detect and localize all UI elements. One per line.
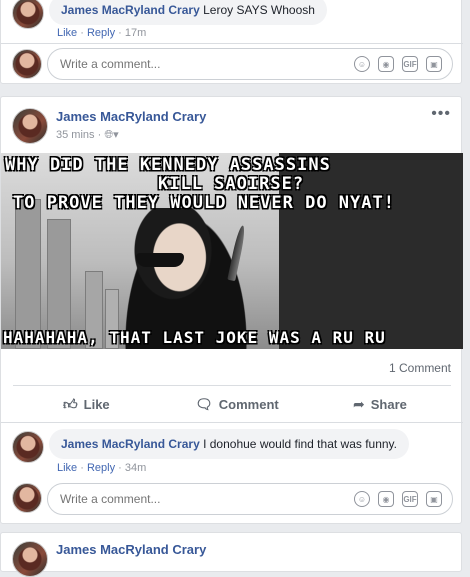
post-image[interactable]: WHY DID THE KENNEDY ASSASSINS KILL SAOIR… <box>1 153 463 349</box>
comment-input[interactable] <box>60 57 330 71</box>
post-author-avatar[interactable] <box>12 541 48 577</box>
divider <box>13 385 451 386</box>
emoji-icon[interactable]: ☺ <box>354 56 370 72</box>
globe-icon: 🌐︎▾ <box>104 129 119 141</box>
comment-tools: ☺ ◉ GIF ▣ <box>354 491 442 507</box>
comment-author[interactable]: James MacRyland Crary <box>61 437 200 451</box>
meme-text-line3: TO PROVE THEY WOULD NEVER DO NYAT! <box>13 193 395 213</box>
avatar[interactable] <box>12 49 42 79</box>
post-meta: 35 mins · 🌐︎▾ <box>56 129 119 141</box>
camera-icon[interactable]: ◉ <box>378 491 394 507</box>
comment-button[interactable]: 🗨︎ Comment <box>195 387 279 421</box>
avatar[interactable] <box>12 431 44 463</box>
reply-link[interactable]: Reply <box>87 27 115 39</box>
like-link[interactable]: Like <box>57 27 77 39</box>
meme-text-line1: WHY DID THE KENNEDY ASSASSINS <box>5 155 331 175</box>
gif-icon[interactable]: GIF <box>402 491 418 507</box>
next-post-card: James MacRyland Crary <box>0 532 462 577</box>
divider <box>1 422 463 423</box>
comment-input[interactable] <box>60 492 330 506</box>
comment-meta: Like · Reply · 17m <box>57 27 147 39</box>
previous-post-card: James MacRyland Crary Leroy SAYS Whoosh … <box>0 0 463 84</box>
emoji-icon[interactable]: ☺ <box>354 491 370 507</box>
sticker-icon[interactable]: ▣ <box>426 56 442 72</box>
like-button[interactable]: 👍︎ Like <box>63 387 110 421</box>
meme-text-line2: KILL SAOIRSE? <box>158 174 305 194</box>
post-author[interactable]: James MacRyland Crary <box>56 109 206 124</box>
share-button[interactable]: ➦ Share <box>353 387 407 421</box>
like-label: Like <box>83 396 110 412</box>
comment-time[interactable]: 17m <box>125 27 146 39</box>
post-author[interactable]: James MacRyland Crary <box>56 542 206 557</box>
avatar[interactable] <box>12 0 44 29</box>
camera-icon[interactable]: ◉ <box>378 56 394 72</box>
post-options-icon[interactable]: ••• <box>431 105 451 123</box>
share-label: Share <box>370 396 407 412</box>
divider <box>1 43 463 44</box>
comment-author[interactable]: James MacRyland Crary <box>61 3 200 17</box>
meme-text-bottom: HAHAHAHA, THAT LAST JOKE WAS A RU RU <box>3 328 386 347</box>
comment-label: Comment <box>218 396 279 412</box>
thumbs-up-icon: 👍︎ <box>63 395 78 412</box>
like-link[interactable]: Like <box>57 462 77 474</box>
gif-icon[interactable]: GIF <box>402 56 418 72</box>
post-author-avatar[interactable] <box>12 108 48 144</box>
comment-tools: ☺ ◉ GIF ▣ <box>354 56 442 72</box>
avatar[interactable] <box>12 483 42 513</box>
comment-text: Leroy SAYS Whoosh <box>203 3 315 17</box>
comment-text: I donohue would find that was funny. <box>203 437 398 451</box>
comment-input-box[interactable]: ☺ ◉ GIF ▣ <box>47 48 453 80</box>
share-icon: ➦ <box>353 395 365 412</box>
sticker-icon[interactable]: ▣ <box>426 491 442 507</box>
comment-icon: 🗨︎ <box>195 395 213 412</box>
sunglasses <box>136 253 184 267</box>
post-card: James MacRyland Crary 35 mins · 🌐︎▾ ••• … <box>0 96 463 524</box>
comment-bubble: James MacRyland Crary I donohue would fi… <box>49 429 410 459</box>
tower-left <box>15 199 41 349</box>
action-bar: 👍︎ Like 🗨︎ Comment ➦ Share <box>1 387 463 421</box>
comment-meta: Like · Reply · 34m <box>57 462 147 474</box>
comment-bubble: James MacRyland Crary Leroy SAYS Whoosh <box>49 0 327 25</box>
comment-input-box[interactable]: ☺ ◉ GIF ▣ <box>47 483 453 515</box>
comment-count[interactable]: 1 Comment <box>389 361 451 375</box>
reply-link[interactable]: Reply <box>87 462 115 474</box>
post-time[interactable]: 35 mins <box>56 129 95 141</box>
comment-time[interactable]: 34m <box>125 462 146 474</box>
